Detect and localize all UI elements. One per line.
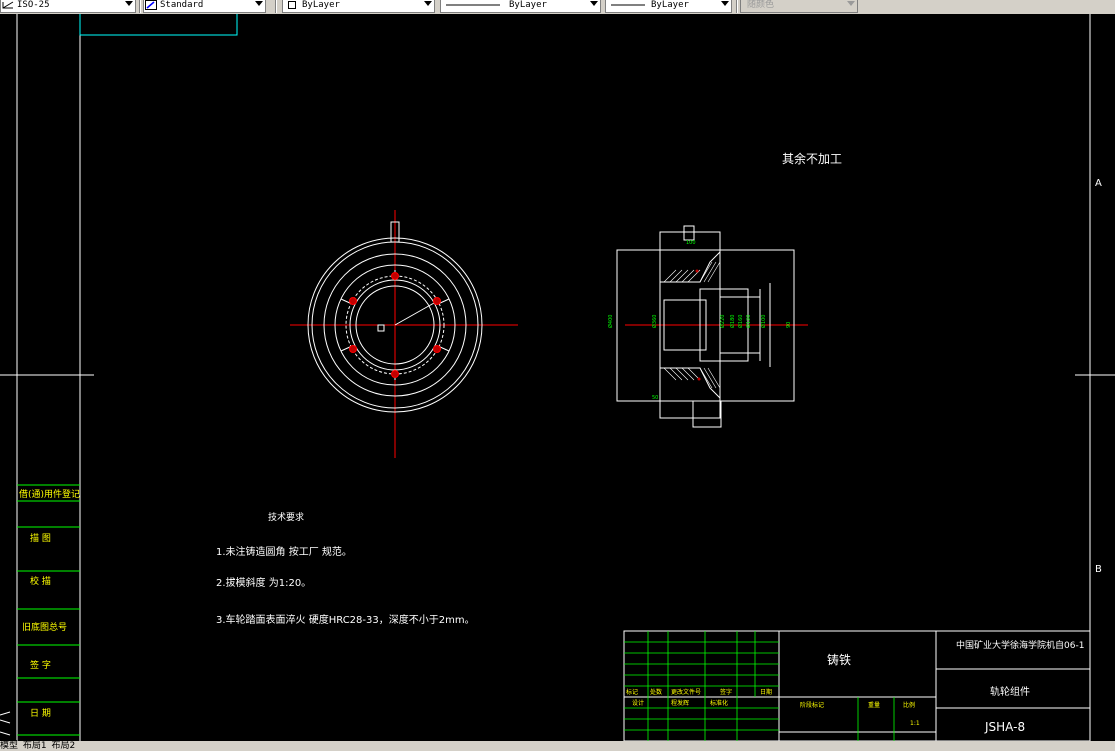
layout-tabs-bar: 模型 布局1 布局2 [0, 741, 1115, 751]
toolbar-separator [139, 0, 141, 13]
row-label-4: 日期 [760, 688, 772, 696]
textstyle-value: Standard [160, 0, 204, 10]
toolbar-separator [275, 0, 277, 13]
tab-layout1[interactable]: 布局1 [23, 741, 47, 751]
title-block: 铸铁 中国矿业大学徐海学院机自06-1 轨轮组件 JSHA-8 标记 处数 更改… [623, 630, 1091, 741]
title-block-headers: 标记 处数 更改文件号 签字 日期 设计 程发辉 标准化 阶段标记 重量 比例 … [626, 688, 920, 727]
dim-4: Ø160 [737, 315, 744, 328]
left-column-labels: 借(通)用件登记 描 图 校 描 旧底图总号 签 字 日 期 [19, 488, 80, 719]
lineweight-dropdown[interactable]: ByLayer [605, 0, 732, 13]
top-left-tab [79, 14, 238, 36]
textstyle-icon [145, 0, 157, 10]
left-label-0: 借(通)用件登记 [19, 488, 80, 500]
linetype-value: ByLayer [509, 0, 547, 10]
row-label-3: 签字 [720, 688, 732, 696]
dim-1: Ø360 [651, 315, 658, 328]
designer-name: 程发辉 [671, 699, 689, 707]
linetype-dropdown[interactable]: ByLayer [440, 0, 601, 13]
dim-5: Ø120 [745, 315, 752, 328]
left-label-5: 日 期 [30, 708, 51, 719]
chevron-down-icon [424, 1, 432, 6]
dim-0: Ø400 [607, 315, 614, 328]
part-name: 轨轮组件 [990, 685, 1030, 698]
dimstyle-icon [2, 0, 14, 10]
chevron-down-icon [255, 1, 263, 6]
tech-item-1: 1.未注铸造圆角 按工厂 规范。 [216, 545, 352, 558]
drawing-number: JSHA-8 [984, 720, 1025, 734]
color-value: ByLayer [302, 0, 340, 10]
left-label-3: 旧底图总号 [22, 621, 67, 633]
chevron-down-icon [590, 1, 598, 6]
drawing-frame [0, 14, 1115, 741]
lineweight-value: ByLayer [651, 0, 689, 10]
model-space-canvas[interactable]: A B 借(通)用件登记 描 图 校 描 旧底图总号 签 字 日 期 Ø400 … [0, 14, 1115, 741]
dim-3: Ø180 [729, 315, 736, 328]
left-label-4: 签 字 [30, 659, 51, 671]
lineweight-sample-icon [607, 0, 647, 10]
surface-note: 其余不加工 [782, 151, 842, 166]
scale-value: 1:1 [910, 720, 920, 727]
chevron-down-icon [721, 1, 729, 6]
tech-item-2: 2.拔模斜度 为1:20。 [216, 576, 311, 589]
left-info-column [17, 484, 80, 736]
chevron-down-icon [125, 1, 133, 6]
plotstyle-value: 随颜色 [747, 0, 775, 10]
standard-label: 标准化 [710, 699, 728, 707]
zone-label-b: B [1095, 564, 1102, 575]
designer-label: 设计 [632, 699, 644, 707]
scale-header: 比例 [903, 701, 915, 709]
tab-layout2[interactable]: 布局2 [52, 741, 76, 751]
ucs-icon [0, 711, 11, 736]
school-label: 中国矿业大学徐海学院机自06-1 [956, 639, 1084, 651]
row-label-1: 处数 [650, 688, 662, 696]
color-swatch-icon [284, 0, 296, 10]
textstyle-dropdown[interactable]: Standard [143, 0, 266, 13]
color-dropdown[interactable]: ByLayer [282, 0, 435, 13]
material-label: 铸铁 [827, 652, 851, 667]
row-label-2: 更改文件号 [671, 688, 701, 696]
tech-requirements-title: 技术要求 [268, 511, 304, 523]
front-view [290, 210, 518, 458]
dim-6: Ø100 [760, 315, 767, 328]
row-label-0: 标记 [626, 688, 638, 696]
linetype-sample-icon [442, 0, 502, 10]
dim-8: 100 [686, 240, 696, 246]
tech-item-3: 3.车轮踏面表面淬火 硬度HRC28-33，深度不小于2mm。 [216, 613, 475, 626]
tech-requirements-list: 1.未注铸造圆角 按工厂 规范。 2.拔模斜度 为1:20。 3.车轮踏面表面淬… [216, 545, 475, 626]
properties-toolbar: ISO-25 Standard ByLayer ByLayer ByLayer … [0, 0, 1115, 14]
dimstyle-value: ISO-25 [17, 0, 50, 10]
toolbar-separator [736, 0, 738, 13]
stage-header: 阶段标记 [800, 701, 824, 709]
dim-7: 90 [786, 322, 792, 328]
section-view: Ø400 Ø360 Ø220 Ø180 Ø160 Ø120 Ø100 90 10… [607, 225, 808, 428]
weight-header: 重量 [868, 701, 880, 709]
left-label-1: 描 图 [30, 532, 51, 544]
zone-label-a: A [1095, 178, 1102, 189]
dim-9: 50 [652, 395, 658, 401]
left-label-2: 校 描 [30, 575, 51, 587]
dimstyle-dropdown[interactable]: ISO-25 [0, 0, 136, 13]
plotstyle-dropdown[interactable]: 随颜色 [740, 0, 858, 13]
tab-model[interactable]: 模型 [0, 741, 18, 751]
dim-2: Ø220 [719, 315, 726, 328]
chevron-down-icon [847, 1, 855, 6]
